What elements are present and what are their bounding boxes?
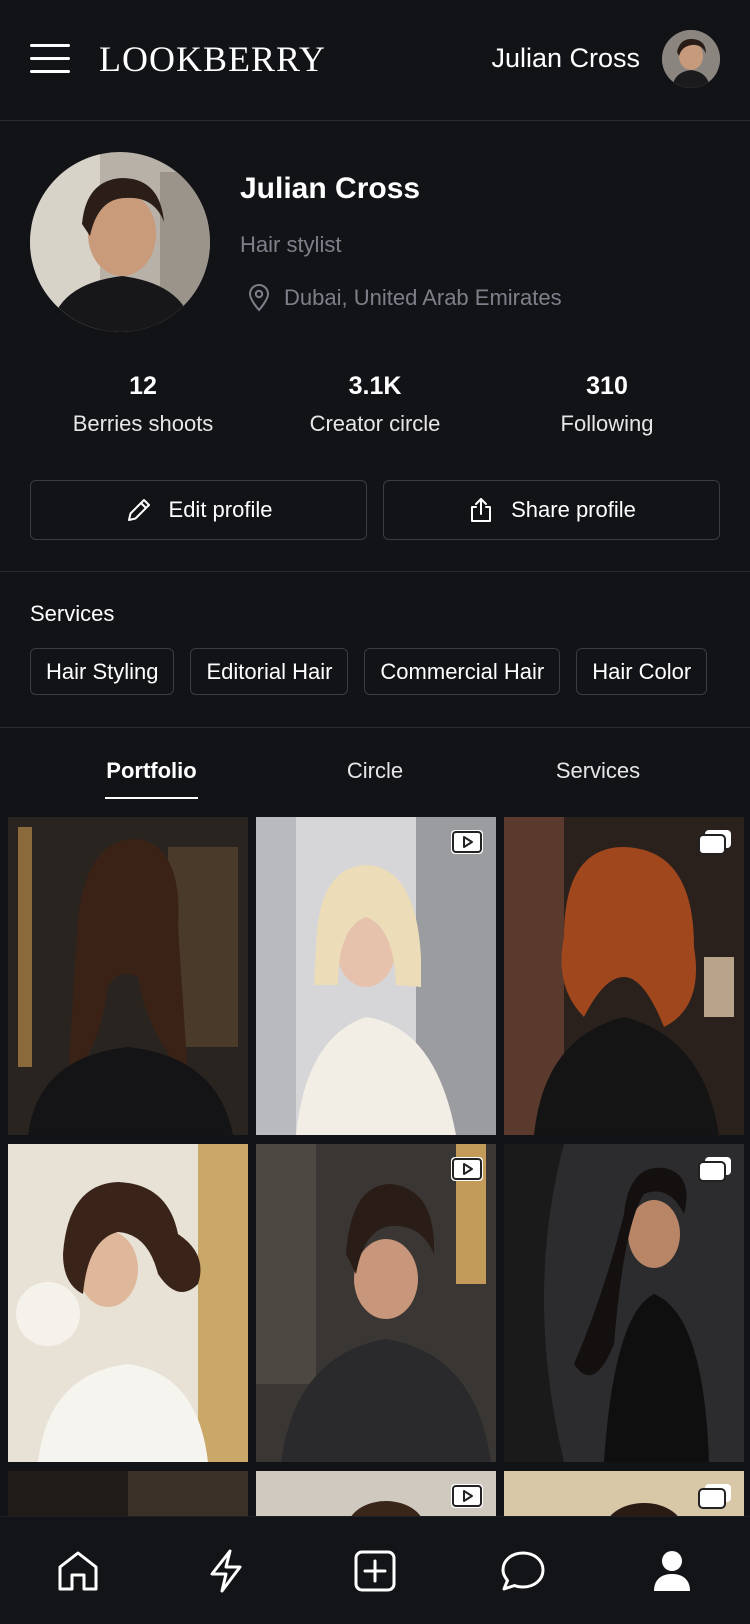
stat-label: Following	[560, 411, 654, 436]
service-chip[interactable]: Hair Styling	[30, 648, 175, 695]
section-divider	[0, 571, 750, 572]
share-icon	[471, 498, 492, 522]
video-badge-icon	[451, 1157, 483, 1181]
stat-following[interactable]: 310 Following	[491, 372, 723, 437]
app-logo[interactable]: LOOKBERRY	[99, 38, 326, 80]
add-icon[interactable]	[351, 1547, 399, 1595]
stat-value: 3.1K	[348, 372, 402, 400]
section-divider	[0, 727, 750, 728]
service-chip[interactable]: Commercial Hair	[364, 648, 561, 695]
service-chip[interactable]: Editorial Hair	[190, 648, 349, 695]
share-profile-button[interactable]: Share profile	[383, 480, 720, 540]
portfolio-item[interactable]	[504, 817, 744, 1135]
share-profile-label: Share profile	[511, 497, 636, 522]
video-badge-icon	[451, 1484, 483, 1508]
services-title: Services	[30, 601, 115, 626]
edit-profile-label: Edit profile	[168, 497, 273, 522]
profile-icon[interactable]	[648, 1547, 696, 1595]
profile-location: Dubai, United Arab Emirates	[246, 284, 562, 312]
stat-label: Creator circle	[309, 411, 441, 436]
portfolio-item[interactable]	[256, 1144, 496, 1462]
home-icon[interactable]	[54, 1547, 102, 1595]
chat-icon[interactable]	[499, 1547, 547, 1595]
profile-avatar[interactable]	[30, 152, 210, 332]
tab-services[interactable]: Services	[538, 758, 658, 784]
location-pin-icon	[248, 284, 270, 312]
profile-tabs: Portfolio Circle Services	[0, 758, 750, 802]
profile-name: Julian Cross	[240, 172, 421, 205]
profile-role: Hair stylist	[240, 232, 342, 257]
active-tab-indicator	[105, 797, 198, 799]
stat-value: 12	[129, 372, 157, 400]
stat-berries-shoots[interactable]: 12 Berries shoots	[27, 372, 259, 437]
gallery-badge-icon	[698, 830, 731, 855]
edit-profile-button[interactable]: Edit profile	[30, 480, 367, 540]
portfolio-item[interactable]	[504, 1144, 744, 1462]
app-header: LOOKBERRY Julian Cross	[0, 0, 750, 121]
stat-label: Berries shoots	[72, 411, 214, 436]
tab-portfolio[interactable]: Portfolio	[105, 758, 198, 784]
video-badge-icon	[451, 830, 483, 854]
location-text: Dubai, United Arab Emirates	[284, 285, 562, 310]
services-chips: Hair Styling Editorial Hair Commercial H…	[30, 648, 708, 696]
gallery-badge-icon	[698, 1484, 731, 1509]
pencil-icon	[127, 499, 150, 521]
bottom-nav	[0, 1516, 750, 1624]
profile-stats: 12 Berries shoots 3.1K Creator circle 31…	[0, 372, 750, 442]
tab-circle[interactable]: Circle	[320, 758, 430, 784]
stat-value: 310	[586, 372, 628, 400]
service-chip[interactable]: Hair Color	[576, 648, 708, 695]
portfolio-item[interactable]	[256, 817, 496, 1135]
bolt-icon[interactable]	[202, 1547, 250, 1595]
header-user-name[interactable]: Julian Cross	[491, 43, 640, 74]
stat-creator-circle[interactable]: 3.1K Creator circle	[259, 372, 491, 437]
menu-icon[interactable]	[30, 42, 70, 76]
portfolio-item[interactable]	[8, 1144, 248, 1462]
gallery-badge-icon	[698, 1157, 731, 1182]
portfolio-item[interactable]	[8, 817, 248, 1135]
header-avatar[interactable]	[662, 30, 720, 88]
